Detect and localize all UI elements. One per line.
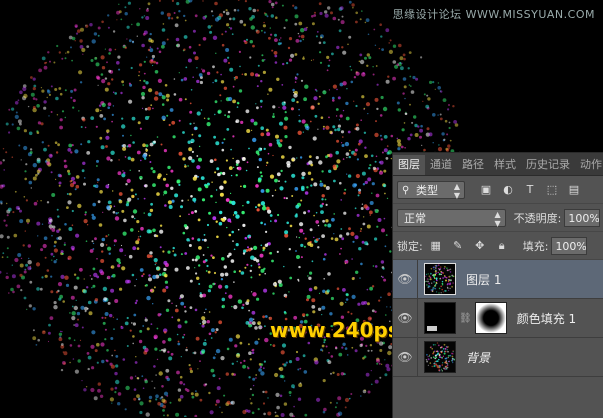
layer-row-background[interactable]: 👁︎ 背景 <box>393 337 603 377</box>
chevron-updown-icon: ▲ ▼ <box>453 181 460 200</box>
image-filter-icon[interactable]: ▣ <box>479 183 493 197</box>
filter-type-dropdown[interactable]: ⚲ 类型 ▲ ▼ <box>397 180 465 200</box>
visibility-eye-icon[interactable]: 👁︎ <box>393 272 417 286</box>
layer-name[interactable]: 颜色填充 1 <box>517 310 576 327</box>
tab-history[interactable]: 历史记录 <box>521 155 575 175</box>
tab-channels[interactable]: 通道 <box>425 155 457 175</box>
lock-transparent-icon[interactable]: ▦ <box>429 239 443 253</box>
tab-actions[interactable]: 动作 <box>575 155 603 175</box>
lock-row: 锁定: ▦ ✎ ✥ 🔒︎ 填充: 100% <box>393 232 603 260</box>
fill-field[interactable]: 100% <box>551 236 588 255</box>
lock-label: 锁定: <box>397 239 423 253</box>
type-filter-icon[interactable]: T <box>523 183 537 197</box>
layer-name[interactable]: 图层 1 <box>466 271 501 288</box>
tab-layers[interactable]: 图层 <box>393 155 425 175</box>
layer-thumbnail <box>424 341 456 373</box>
fill-color-thumbnail[interactable] <box>424 302 456 334</box>
tab-paths[interactable]: 路径 <box>457 155 489 175</box>
layers-panel: 图层 通道 路径 样式 历史记录 动作 ⚲ 类型 ▲ ▼ ▣ ◐ T ⬚ ▤ 正常… <box>392 152 603 418</box>
blend-row: 正常 ▲ ▼ 不透明度: 100% <box>393 204 603 232</box>
layer-row-color-fill[interactable]: 👁︎ ⛓ 颜色填充 1 <box>393 298 603 338</box>
lock-pixels-brush-icon[interactable]: ✎ <box>451 239 465 253</box>
particle-thumbnail <box>425 342 455 372</box>
blend-mode-dropdown[interactable]: 正常 ▲ ▼ <box>397 208 506 228</box>
lock-position-move-icon[interactable]: ✥ <box>473 239 487 253</box>
link-chain-icon[interactable]: ⛓ <box>459 313 472 324</box>
opacity-label: 不透明度: <box>513 211 562 225</box>
chevron-updown-icon: ▲ ▼ <box>494 209 501 228</box>
adjustment-filter-icon[interactable]: ◐ <box>501 183 515 197</box>
layer-name[interactable]: 背景 <box>466 349 490 366</box>
tab-styles[interactable]: 样式 <box>489 155 521 175</box>
panel-tabs: 图层 通道 路径 样式 历史记录 动作 <box>393 153 603 176</box>
visibility-eye-icon[interactable]: 👁︎ <box>393 311 417 325</box>
smart-object-filter-icon[interactable]: ▤ <box>567 183 581 197</box>
shape-filter-icon[interactable]: ⬚ <box>545 183 559 197</box>
particle-thumbnail <box>425 264 455 294</box>
blend-mode-value: 正常 <box>404 211 426 225</box>
layer-row-layer1[interactable]: 👁︎ 图层 1 <box>393 259 603 299</box>
fill-label: 填充: <box>522 239 549 253</box>
filter-type-label: 类型 <box>416 183 438 197</box>
filter-row: ⚲ 类型 ▲ ▼ ▣ ◐ T ⬚ ▤ <box>393 176 603 204</box>
fill-swatch-marker <box>427 326 437 331</box>
visibility-eye-icon[interactable]: 👁︎ <box>393 350 417 364</box>
lock-all-icon[interactable]: 🔒︎ <box>495 239 509 253</box>
site-watermark: 思缘设计论坛 WWW.MISSYUAN.COM <box>392 8 595 21</box>
layer-thumbnail <box>424 263 456 295</box>
search-icon: ⚲ <box>402 184 410 196</box>
layer-mask-thumbnail[interactable] <box>474 302 507 334</box>
opacity-field[interactable]: 100% <box>564 208 600 227</box>
